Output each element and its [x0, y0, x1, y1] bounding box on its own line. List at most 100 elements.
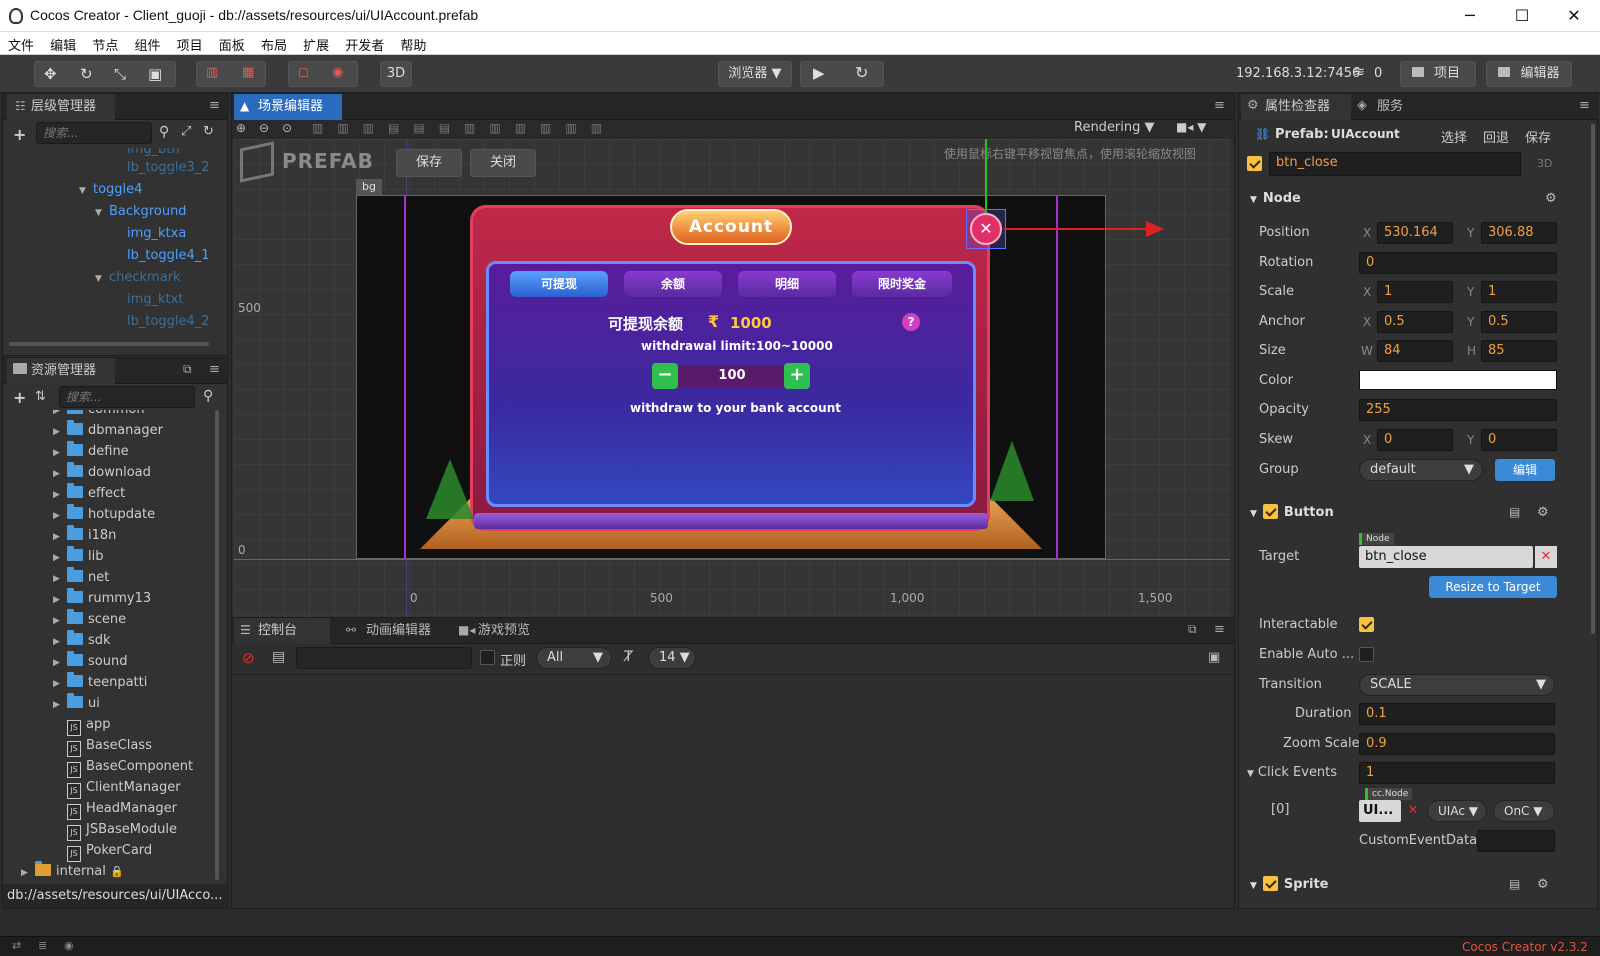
- gizmo-x-axis[interactable]: [1004, 228, 1154, 230]
- expand-arrow-icon[interactable]: ▶: [53, 595, 67, 605]
- scene-view[interactable]: 500 0 0 500 1,000 1,500 PREFAB 保存 关闭 使用鼠…: [234, 139, 1230, 623]
- add-node-icon[interactable]: +: [13, 125, 26, 144]
- custom-event-data-field[interactable]: [1477, 830, 1555, 852]
- menu-file[interactable]: 文件: [0, 32, 38, 54]
- search-icon[interactable]: ⚲: [203, 388, 213, 404]
- inspector-vscrollbar[interactable]: [1591, 124, 1595, 634]
- sprite-enabled-check[interactable]: [1262, 876, 1278, 891]
- refresh-icon[interactable]: ↻: [855, 63, 868, 82]
- help-doc-icon[interactable]: ▤: [1509, 877, 1520, 891]
- assets-search-input[interactable]: 搜索...: [59, 386, 195, 408]
- search-icon[interactable]: ⚲: [159, 124, 169, 140]
- expand-arrow-icon[interactable]: ▶: [53, 658, 67, 668]
- asset-script[interactable]: JS JSBaseModule: [67, 822, 177, 841]
- duration-field[interactable]: 0.1: [1359, 703, 1555, 725]
- prefab-select-button[interactable]: 选择: [1441, 127, 1467, 146]
- expand-arrow-icon[interactable]: ▶: [53, 532, 67, 542]
- tree-node[interactable]: img_ktxa: [127, 226, 186, 241]
- help-doc-icon[interactable]: ▤: [1509, 505, 1520, 519]
- color-picker[interactable]: [1359, 370, 1557, 390]
- sort-icon[interactable]: ⇅: [35, 389, 46, 404]
- console-output[interactable]: [232, 674, 1234, 904]
- zoom-reset-icon[interactable]: ⊙: [282, 121, 292, 135]
- tree-node-toggle4[interactable]: ▼ toggle4: [79, 182, 142, 197]
- add-asset-icon[interactable]: +: [13, 388, 26, 407]
- rotate-tool-icon[interactable]: ↻: [80, 65, 93, 83]
- node-active-checkbox[interactable]: [1247, 156, 1262, 172]
- popout-icon[interactable]: ⧉: [1188, 622, 1197, 637]
- prefab-apply-button[interactable]: 保存: [1525, 127, 1551, 146]
- popout-icon[interactable]: ⧉: [183, 362, 192, 377]
- collapse-icon[interactable]: ▣: [1208, 650, 1220, 665]
- asset-folder[interactable]: ▶ effect: [53, 483, 125, 501]
- toggle-3d-button[interactable]: 3D: [380, 61, 412, 87]
- menu-layout[interactable]: 布局: [253, 32, 291, 54]
- amount-field[interactable]: 100: [678, 365, 786, 387]
- event-target-field[interactable]: UI...: [1359, 800, 1401, 822]
- clear-event-target-icon[interactable]: ✕: [1405, 800, 1421, 822]
- browser-select[interactable]: 浏览器 ▼: [718, 61, 792, 87]
- dialog-close-button[interactable]: ✕: [970, 213, 1002, 245]
- network-icon[interactable]: ⇄: [12, 939, 21, 952]
- button-section-header[interactable]: ▼ Button: [1240, 500, 1570, 526]
- expand-arrow-icon[interactable]: ▶: [53, 511, 67, 521]
- font-size-select[interactable]: 14 ▼: [648, 647, 696, 669]
- sprite-settings-icon[interactable]: ⚙: [1537, 877, 1549, 892]
- node-active-check[interactable]: [1247, 156, 1262, 171]
- panel-menu-icon[interactable]: ≡: [1214, 622, 1225, 637]
- eye-icon[interactable]: ◉: [64, 939, 74, 952]
- center-icon[interactable]: ▦: [242, 65, 254, 80]
- enable-auto-checkbox[interactable]: [1359, 647, 1374, 663]
- asset-folder[interactable]: ▶ dbmanager: [53, 420, 163, 438]
- asset-folder[interactable]: ▶ rummy13: [53, 588, 151, 606]
- global-icon[interactable]: ◉: [332, 65, 343, 80]
- minus-button[interactable]: −: [652, 363, 678, 389]
- event-handler-select[interactable]: OnC ▼: [1493, 800, 1555, 822]
- game-tab-details[interactable]: 明细: [738, 271, 836, 297]
- tree-node[interactable]: img_ktxt: [127, 292, 183, 307]
- asset-script[interactable]: JS BaseClass: [67, 738, 152, 757]
- target-field[interactable]: btn_close: [1359, 546, 1533, 568]
- node-settings-icon[interactable]: ⚙: [1545, 191, 1557, 206]
- expand-arrow-icon[interactable]: ▶: [21, 868, 35, 878]
- button-enabled-check[interactable]: [1262, 504, 1278, 519]
- expand-arrow-icon[interactable]: ▶: [53, 469, 67, 479]
- panel-menu-icon[interactable]: ≡: [1214, 98, 1225, 113]
- click-events-count[interactable]: 1: [1359, 762, 1555, 784]
- asset-folder[interactable]: ▶ hotupdate: [53, 504, 155, 522]
- menu-extension[interactable]: 扩展: [295, 32, 333, 54]
- anchor-x-field[interactable]: 0.5: [1377, 311, 1453, 333]
- asset-folder[interactable]: ▶ net: [53, 567, 109, 585]
- asset-folder[interactable]: ▶ lib: [53, 546, 103, 564]
- rect-tool-icon[interactable]: ▣: [148, 65, 162, 83]
- asset-folder[interactable]: ▶ ui: [53, 693, 100, 711]
- transition-select[interactable]: SCALE ▼: [1359, 674, 1555, 696]
- database-icon[interactable]: ≣: [38, 939, 47, 952]
- expand-arrow-icon[interactable]: ▶: [53, 553, 67, 563]
- sprite-section-header[interactable]: ▼ Sprite: [1240, 872, 1570, 898]
- rotation-field[interactable]: 0: [1359, 252, 1557, 274]
- asset-folder[interactable]: ▶ sdk: [53, 630, 111, 648]
- asset-folder[interactable]: ▶ sound: [53, 651, 127, 669]
- tree-node[interactable]: lb_toggle4_1: [127, 248, 210, 263]
- expand-arrow-icon[interactable]: ▶: [53, 410, 67, 416]
- asset-script[interactable]: JS PokerCard: [67, 843, 152, 862]
- minimize-button[interactable]: ─: [1444, 0, 1496, 32]
- align-tools-icon[interactable]: ▥▥▥▤▤▤▥▥▥▥▥▥: [312, 121, 616, 135]
- camera-icon[interactable]: ■◂ ▼: [1176, 120, 1206, 134]
- skew-x-field[interactable]: 0: [1377, 429, 1453, 451]
- asset-script[interactable]: JS HeadManager: [67, 801, 177, 820]
- interactable-checkbox[interactable]: [1359, 617, 1374, 633]
- move-tool-icon[interactable]: ✥: [44, 65, 57, 83]
- click-events-label[interactable]: ▼ Click Events: [1247, 765, 1337, 780]
- scale-tool-icon[interactable]: ⤡: [114, 65, 126, 83]
- tree-node-checkmark[interactable]: ▼ checkmark: [95, 270, 181, 285]
- expand-arrow-icon[interactable]: ▶: [53, 637, 67, 647]
- interactable-check[interactable]: [1359, 617, 1374, 632]
- group-select[interactable]: default ▼: [1359, 459, 1483, 481]
- expand-arrow-icon[interactable]: ▶: [53, 700, 67, 710]
- zoom-out-icon[interactable]: ⊖: [259, 121, 269, 135]
- node-section-header[interactable]: ▼ Node: [1240, 186, 1570, 212]
- play-icon[interactable]: ▶: [813, 64, 825, 82]
- position-x-field[interactable]: 530.164: [1377, 222, 1453, 244]
